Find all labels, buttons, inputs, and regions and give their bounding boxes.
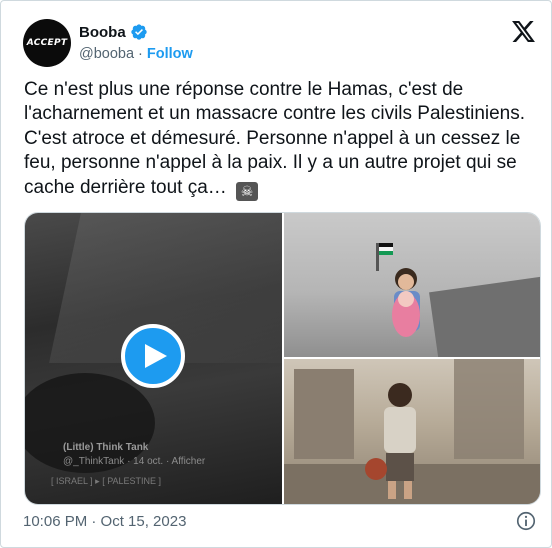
avatar-text: ACCEPT [26, 38, 68, 48]
follow-button[interactable]: Follow [147, 46, 193, 62]
media-grid[interactable]: (Little) Think Tank @_ThinkTank · 14 oct… [24, 212, 541, 505]
info-icon[interactable] [515, 510, 537, 532]
author-handle-row: @booba · Follow [79, 46, 193, 62]
tweet-text: Ce n'est plus une réponse contre le Hama… [24, 78, 536, 201]
author-handle[interactable]: @booba [79, 46, 134, 62]
tweet-timestamp[interactable]: 10:06 PM · Oct 15, 2023 [23, 513, 186, 530]
girl-figure [376, 243, 420, 337]
verified-badge-icon [130, 24, 147, 40]
separator-dot: · [138, 46, 143, 62]
photo-rubble [429, 274, 540, 357]
author-name-row: Booba [79, 23, 148, 41]
avatar[interactable]: ACCEPT [23, 19, 71, 67]
boy-figure [365, 383, 416, 499]
tweet-card[interactable]: ACCEPT Booba @booba · Follow Ce n'est pl… [0, 0, 552, 548]
video-watermark: (Little) Think Tank @_ThinkTank · 14 oct… [63, 441, 205, 469]
photo-boy-in-ruins[interactable] [284, 359, 540, 504]
play-icon [144, 344, 167, 368]
ruin-building-right [454, 359, 524, 459]
tweet-body: Ce n'est plus une réponse contre le Hama… [24, 79, 526, 198]
x-logo-icon[interactable] [512, 21, 535, 42]
watermark-title: (Little) Think Tank [63, 442, 149, 453]
watermark-tags: [ ISRAEL ] ▸ [ PALESTINE ] [51, 476, 162, 486]
photo-girl-with-flag[interactable] [284, 213, 540, 357]
play-button[interactable] [121, 324, 185, 388]
video-player[interactable]: (Little) Think Tank @_ThinkTank · 14 oct… [25, 213, 282, 504]
skull-crossbones-icon: ☠ [236, 181, 259, 201]
ruin-building-left [294, 369, 354, 459]
watermark-meta: @_ThinkTank · 14 oct. · Afficher [63, 456, 206, 467]
author-name[interactable]: Booba [79, 24, 126, 41]
